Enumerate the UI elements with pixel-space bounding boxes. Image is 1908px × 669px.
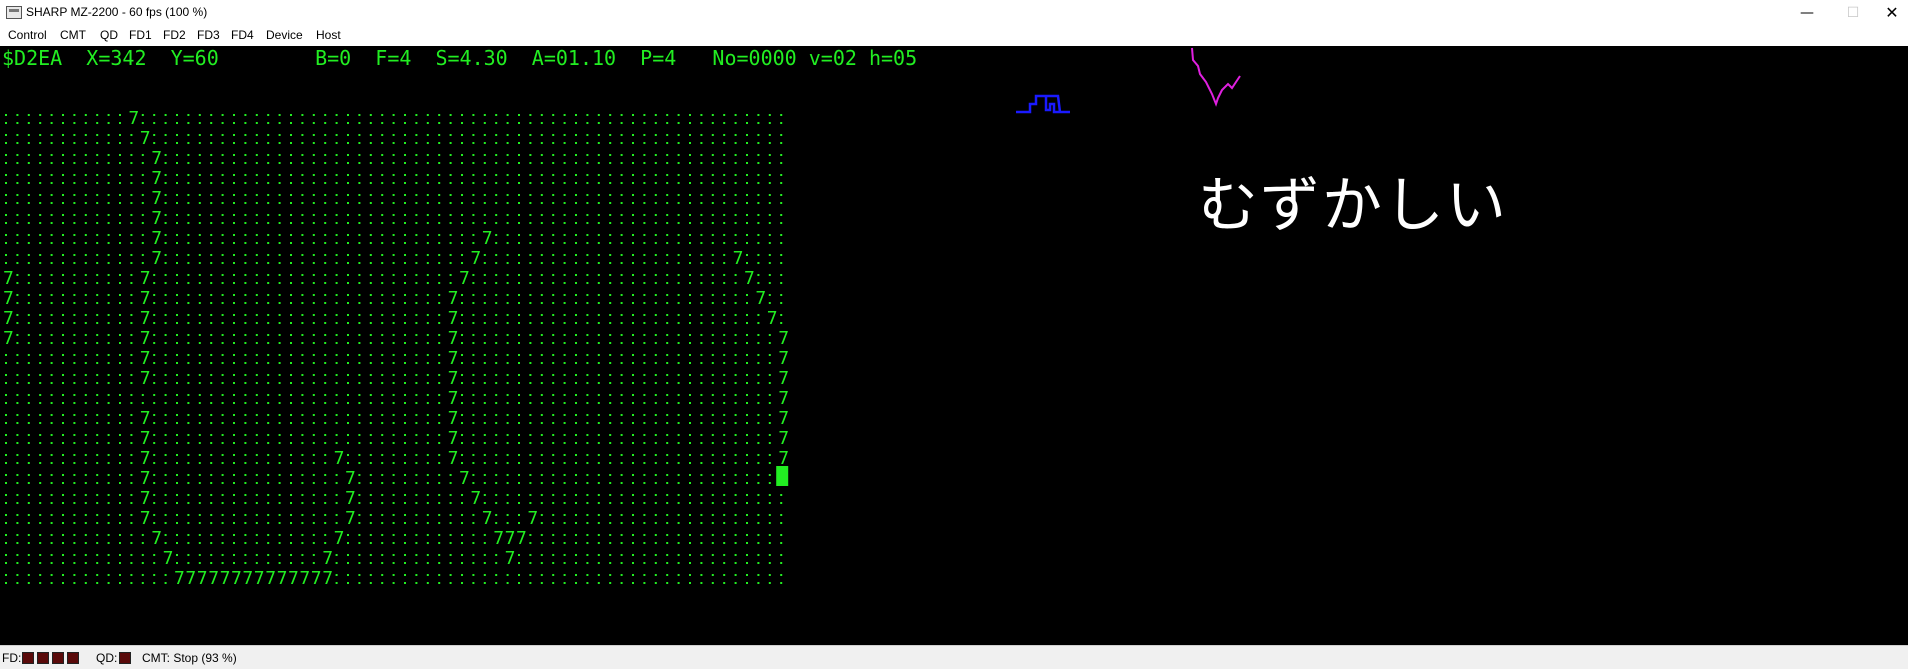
maximize-button[interactable]: ☐ (1830, 0, 1876, 26)
emulator-screen[interactable]: 7777777777777777777777777777777777777777… (0, 46, 1908, 645)
magenta-sprite-icon (1191, 47, 1241, 107)
fd-label: FD: (2, 651, 22, 665)
fd1-led-icon (22, 652, 34, 664)
minimize-button[interactable]: — (1784, 0, 1830, 26)
app-icon[interactable] (6, 6, 22, 19)
menu-fd2[interactable]: FD2 (163, 28, 186, 42)
status-bar: FD: QD: CMT: Stop (93 %) (0, 645, 1908, 669)
menu-qd[interactable]: QD (100, 28, 118, 42)
qd-label: QD: (96, 651, 118, 665)
japanese-graphic-text: むずかしい (1198, 171, 1508, 241)
blue-sprite-icon (1016, 94, 1070, 114)
menu-device[interactable]: Device (266, 28, 303, 42)
menu-fd1[interactable]: FD1 (129, 28, 152, 42)
close-button[interactable]: ✕ (1876, 0, 1908, 26)
fd2-led-icon (37, 652, 49, 664)
menu-fd4[interactable]: FD4 (231, 28, 254, 42)
menu-host[interactable]: Host (316, 28, 341, 42)
menu-bar: Control CMT QD FD1 FD2 FD3 FD4 Device Ho… (0, 26, 1908, 46)
menu-control[interactable]: Control (8, 28, 47, 42)
window-title: SHARP MZ-2200 - 60 fps (100 %) (26, 5, 208, 19)
fd3-led-icon (52, 652, 64, 664)
fd4-led-icon (67, 652, 79, 664)
menu-fd3[interactable]: FD3 (197, 28, 220, 42)
title-bar: SHARP MZ-2200 - 60 fps (100 %) — ☐ ✕ (0, 0, 1908, 26)
cmt-status: CMT: Stop (93 %) (142, 651, 237, 665)
qd-led-icon (119, 652, 131, 664)
menu-cmt[interactable]: CMT (60, 28, 86, 42)
graphics-overlay: むずかしい (1016, 47, 1508, 241)
